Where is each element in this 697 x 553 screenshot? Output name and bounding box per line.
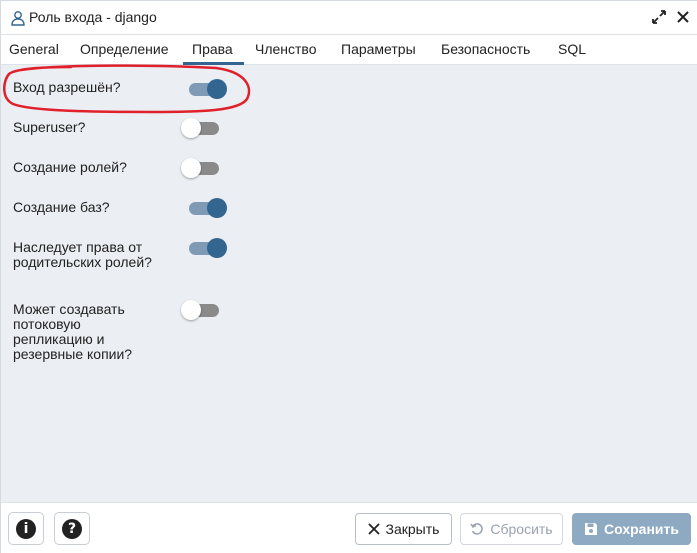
- info-button[interactable]: i: [8, 512, 44, 545]
- role-dialog: Роль входа - django General Определение …: [0, 0, 697, 553]
- save-button-label: Сохранить: [604, 521, 679, 537]
- tab-general[interactable]: General: [9, 41, 59, 57]
- tab-bar: General Определение Права Членство Парам…: [1, 35, 697, 65]
- create-roles-toggle[interactable]: [181, 158, 221, 178]
- tab-membership[interactable]: Членство: [255, 41, 317, 57]
- reset-button-label: Сбросить: [490, 521, 553, 537]
- help-button[interactable]: ?: [54, 512, 90, 545]
- tab-parameters[interactable]: Параметры: [341, 41, 416, 57]
- superuser-toggle[interactable]: [181, 118, 221, 138]
- dialog-title: Роль входа - django: [29, 9, 157, 25]
- superuser-label: Superuser?: [13, 119, 86, 135]
- title-bar: Роль входа - django: [1, 1, 697, 35]
- privileges-panel: Вход разрешён? Superuser? Создание ролей…: [1, 65, 697, 502]
- can-login-toggle[interactable]: [187, 79, 227, 99]
- create-databases-toggle[interactable]: [187, 198, 227, 218]
- close-x-icon: [367, 523, 380, 535]
- help-icon: ?: [62, 518, 82, 539]
- tab-sql[interactable]: SQL: [558, 41, 586, 57]
- info-icon: i: [16, 518, 36, 539]
- dialog-footer: i ? Закрыть Сбросить Сохранить: [1, 502, 697, 553]
- user-role-icon: [10, 10, 26, 26]
- close-button[interactable]: Закрыть: [355, 513, 452, 545]
- reset-icon: [470, 523, 484, 535]
- save-icon: [585, 523, 598, 535]
- replication-label: Может создавать потоковую репликацию и р…: [13, 301, 133, 362]
- create-databases-label: Создание баз?: [13, 199, 110, 215]
- expand-arrows-icon[interactable]: [650, 8, 668, 26]
- tab-definition[interactable]: Определение: [80, 41, 169, 57]
- tab-privileges[interactable]: Права: [192, 41, 233, 57]
- tab-security[interactable]: Безопасность: [441, 41, 530, 57]
- close-icon[interactable]: [674, 8, 692, 26]
- inherit-rights-label: Наследует права от родительских ролей?: [13, 239, 152, 270]
- replication-toggle[interactable]: [181, 300, 221, 320]
- inherit-rights-toggle[interactable]: [187, 238, 227, 258]
- create-roles-label: Создание ролей?: [13, 159, 127, 175]
- can-login-label: Вход разрешён?: [13, 79, 121, 95]
- save-button[interactable]: Сохранить: [572, 513, 691, 545]
- close-button-label: Закрыть: [385, 521, 440, 537]
- reset-button[interactable]: Сбросить: [460, 513, 563, 545]
